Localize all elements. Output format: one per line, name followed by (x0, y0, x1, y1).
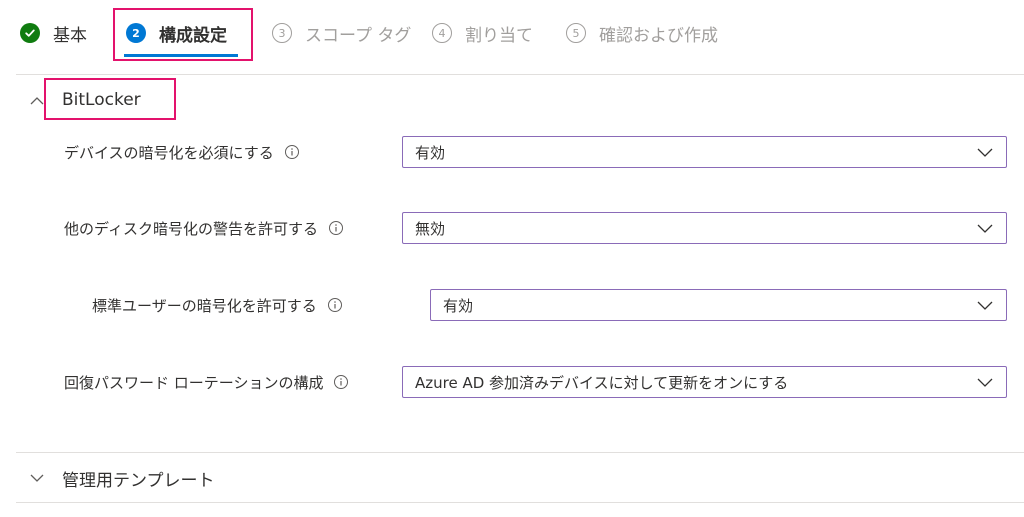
active-step-indicator (124, 54, 238, 57)
dropdown-value: Azure AD 参加済みデバイスに対して更新をオンにする (415, 373, 789, 392)
step-number: 3 (272, 23, 292, 43)
dropdown-value: 有効 (415, 143, 446, 162)
dropdown-allow-standard-user-encryption[interactable]: 有効 (430, 289, 1007, 321)
section-header-bitlocker[interactable]: BitLocker (26, 82, 141, 118)
dropdown-value: 有効 (443, 296, 474, 315)
step-label: 基本 (53, 25, 87, 46)
step-number: 4 (432, 23, 452, 43)
step-configuration-settings[interactable]: 2 構成設定 (126, 20, 227, 46)
step-review-create[interactable]: 5 確認および作成 (566, 20, 718, 46)
wizard-steps: 基本 2 構成設定 3 スコープ タグ 4 割り当て 5 確認および作成 (0, 0, 1024, 70)
step-label: 割り当て (465, 25, 533, 46)
setting-label-allow-other-disk-encryption-warning: 他のディスク暗号化の警告を許可する (64, 217, 344, 239)
chevron-down-icon (976, 298, 994, 312)
dropdown-recovery-password-rotation[interactable]: Azure AD 参加済みデバイスに対して更新をオンにする (402, 366, 1007, 398)
divider (16, 502, 1024, 503)
setting-label-allow-standard-user-encryption: 標準ユーザーの暗号化を許可する (92, 294, 343, 316)
chevron-down-icon (976, 375, 994, 389)
section-title: BitLocker (62, 90, 141, 110)
step-label: 確認および作成 (599, 25, 718, 46)
step-label: スコープ タグ (305, 25, 412, 46)
setting-label-text: 標準ユーザーの暗号化を許可する (92, 296, 317, 315)
section-title: 管理用テンプレート (62, 470, 215, 491)
checkmark-icon (20, 23, 40, 43)
setting-label-recovery-password-rotation: 回復パスワード ローテーションの構成 (64, 371, 349, 393)
chevron-down-icon (976, 221, 994, 235)
chevron-down-icon (26, 467, 48, 489)
step-assignments[interactable]: 4 割り当て (432, 20, 533, 46)
setting-label-text: デバイスの暗号化を必須にする (64, 143, 274, 162)
setting-label-text: 回復パスワード ローテーションの構成 (64, 373, 324, 392)
dropdown-allow-other-disk-encryption-warning[interactable]: 無効 (402, 212, 1007, 244)
step-scope-tags[interactable]: 3 スコープ タグ (272, 20, 411, 46)
configuration-settings-page: 基本 2 構成設定 3 スコープ タグ 4 割り当て 5 確認および作成 Bit… (0, 0, 1024, 517)
step-label: 構成設定 (159, 25, 227, 46)
chevron-up-icon (26, 89, 48, 111)
info-icon[interactable] (328, 220, 344, 236)
chevron-down-icon (976, 145, 994, 159)
divider (16, 74, 1024, 75)
dropdown-value: 無効 (415, 219, 446, 238)
step-number: 2 (126, 23, 146, 43)
setting-label-text: 他のディスク暗号化の警告を許可する (64, 219, 318, 238)
step-number: 5 (566, 23, 586, 43)
section-header-administrative-templates[interactable]: 管理用テンプレート (26, 460, 215, 496)
info-icon[interactable] (327, 297, 343, 313)
dropdown-require-device-encryption[interactable]: 有効 (402, 136, 1007, 168)
divider (16, 452, 1024, 453)
info-icon[interactable] (284, 144, 300, 160)
step-basics[interactable]: 基本 (20, 20, 87, 46)
info-icon[interactable] (333, 374, 349, 390)
setting-label-require-device-encryption: デバイスの暗号化を必須にする (64, 141, 300, 163)
